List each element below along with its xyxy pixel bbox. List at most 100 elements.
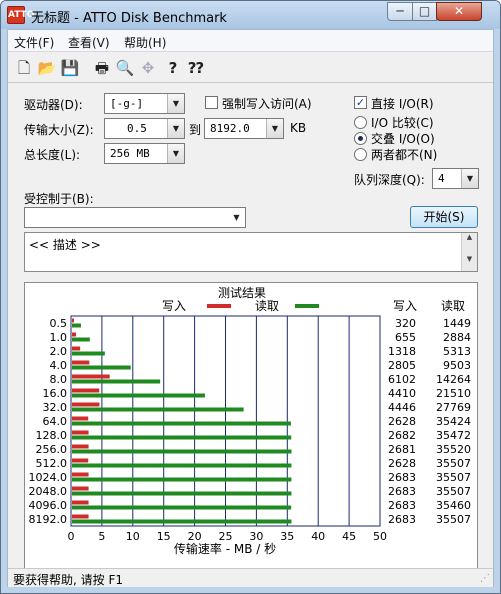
bar-read xyxy=(72,337,90,342)
y-tick-label: 1.0 xyxy=(50,331,68,344)
total-length-value: 256 MB xyxy=(110,147,150,160)
io-overlap-label: 交叠 I/O(O) xyxy=(371,132,435,146)
bar-read xyxy=(72,449,292,454)
move-icon: ✥ xyxy=(141,59,155,77)
table-write-value: 2681 xyxy=(388,443,416,456)
maximize-button[interactable]: □ xyxy=(412,2,437,21)
chevron-down-icon[interactable]: ▼ xyxy=(461,169,478,188)
chevron-down-icon[interactable]: ▼ xyxy=(228,208,245,227)
table-read-value: 35472 xyxy=(436,429,471,442)
description-scrollbar[interactable]: ▲ ▼ xyxy=(461,233,477,271)
chevron-down-icon[interactable]: ▼ xyxy=(266,119,283,138)
close-button[interactable]: ✕ xyxy=(436,2,482,21)
bar-write xyxy=(72,416,89,421)
title-bar[interactable]: ATTO 无标题 - ATTO Disk Benchmark ─ □ ✕ xyxy=(1,1,500,29)
results-chart-panel: 测试结果 写入 读取 写入 读取 0 5 10 15 20 25 30 35 40 45 50 传输速率 - M… xyxy=(24,282,478,569)
direct-io-checkbox[interactable]: ✓ xyxy=(354,96,367,109)
menu-file[interactable]: 文件(F) xyxy=(14,34,54,51)
io-overlap-radio[interactable] xyxy=(354,132,367,145)
bar-write xyxy=(72,402,100,407)
table-write-value: 2805 xyxy=(388,359,416,372)
table-write-value: 320 xyxy=(395,317,416,330)
table-read-value: 2884 xyxy=(443,331,471,344)
table-read-value: 21510 xyxy=(436,387,471,400)
transfer-from-select[interactable]: 0.5 ▼ xyxy=(104,118,185,139)
y-tick-label: 1024.0 xyxy=(29,471,68,484)
atto-app-icon: ATTO xyxy=(7,6,34,24)
y-tick-label: 2.0 xyxy=(50,345,68,358)
force-write-checkbox[interactable] xyxy=(205,96,218,109)
controlled-by-select[interactable]: ▼ xyxy=(24,207,246,228)
x-tick-label: 40 xyxy=(311,530,325,543)
bar-write xyxy=(72,430,89,435)
legend-write-label: 写入 xyxy=(162,299,186,313)
table-write-value: 4410 xyxy=(388,387,416,400)
print-preview-icon[interactable]: 🔍 xyxy=(115,58,135,78)
transfer-to-select[interactable]: 8192.0 ▼ xyxy=(204,118,284,139)
table-write-value: 4446 xyxy=(388,401,416,414)
save-icon[interactable]: 💾 xyxy=(60,58,80,78)
total-length-select[interactable]: 256 MB ▼ xyxy=(104,143,185,164)
minimize-button[interactable]: ─ xyxy=(387,2,413,21)
table-write-value: 2682 xyxy=(388,429,416,442)
description-box[interactable]: << 描述 >> ▲ ▼ xyxy=(24,232,478,272)
open-folder-icon[interactable]: 📂 xyxy=(37,58,57,78)
bar-read xyxy=(72,407,244,412)
start-button[interactable]: 开始(S) xyxy=(410,206,478,228)
y-tick-label: 4.0 xyxy=(50,359,68,372)
scroll-up-icon[interactable]: ▲ xyxy=(462,233,477,241)
drive-select[interactable]: [-g-] ▼ xyxy=(104,93,185,114)
x-tick-label: 35 xyxy=(280,530,294,543)
bar-read xyxy=(72,505,292,510)
bar-write xyxy=(72,514,89,519)
y-tick-label: 2048.0 xyxy=(29,485,68,498)
bar-write xyxy=(72,318,74,323)
chart-title: 测试结果 xyxy=(218,285,266,300)
x-axis-label: 传输速率 - MB / 秒 xyxy=(174,541,276,556)
bar-read xyxy=(72,519,292,524)
menu-help[interactable]: 帮助(H) xyxy=(124,34,166,51)
context-help-icon[interactable]: ⁇ xyxy=(186,58,206,78)
resize-grip-icon[interactable]: ⋰ xyxy=(480,573,490,584)
new-file-icon[interactable]: 🗋 xyxy=(14,58,34,78)
scroll-down-icon[interactable]: ▼ xyxy=(462,255,477,263)
table-write-value: 1318 xyxy=(388,345,416,358)
bar-write xyxy=(72,444,89,449)
bar-read xyxy=(72,393,205,398)
bar-read xyxy=(72,379,161,384)
table-write-value: 2628 xyxy=(388,415,416,428)
table-read-value: 35520 xyxy=(436,443,471,456)
results-chart: 测试结果写入 读取 写入 读取0 5 10 15 20 25 30 35 40 45 50传输速率 - M… xyxy=(29,285,472,556)
transfer-size-label: 传输大小(Z): xyxy=(24,123,94,137)
unit-kb-label: KB xyxy=(290,121,307,135)
table-header-read: 读取 xyxy=(441,299,465,313)
table-read-value: 35424 xyxy=(436,415,471,428)
table-read-value: 14264 xyxy=(436,373,471,386)
bar-read xyxy=(72,463,292,468)
help-icon[interactable]: ? xyxy=(163,58,183,78)
legend-read-swatch xyxy=(295,304,319,308)
bar-write xyxy=(72,388,100,393)
bar-write xyxy=(72,472,89,477)
y-tick-label: 64.0 xyxy=(43,415,68,428)
bar-read xyxy=(72,491,292,496)
io-compare-radio[interactable] xyxy=(354,116,367,129)
bar-write xyxy=(72,332,77,337)
table-read-value: 35460 xyxy=(436,499,471,512)
chevron-down-icon[interactable]: ▼ xyxy=(167,119,184,138)
bar-write xyxy=(72,346,81,351)
table-read-value: 35507 xyxy=(436,457,471,470)
io-neither-radio[interactable] xyxy=(354,148,367,161)
y-tick-label: 4096.0 xyxy=(29,499,68,512)
x-tick-label: 15 xyxy=(157,530,171,543)
bar-read xyxy=(72,365,131,370)
queue-depth-select[interactable]: 4 ▼ xyxy=(432,168,479,189)
table-write-value: 655 xyxy=(395,331,416,344)
menu-view[interactable]: 查看(V) xyxy=(68,34,110,51)
direct-io-label: 直接 I/O(R) xyxy=(371,97,434,111)
chevron-down-icon[interactable]: ▼ xyxy=(167,144,184,163)
table-write-value: 2683 xyxy=(388,499,416,512)
queue-depth-label: 队列深度(Q): xyxy=(354,173,425,187)
chevron-down-icon[interactable]: ▼ xyxy=(167,94,184,113)
print-icon[interactable]: 🖶 xyxy=(92,58,112,78)
